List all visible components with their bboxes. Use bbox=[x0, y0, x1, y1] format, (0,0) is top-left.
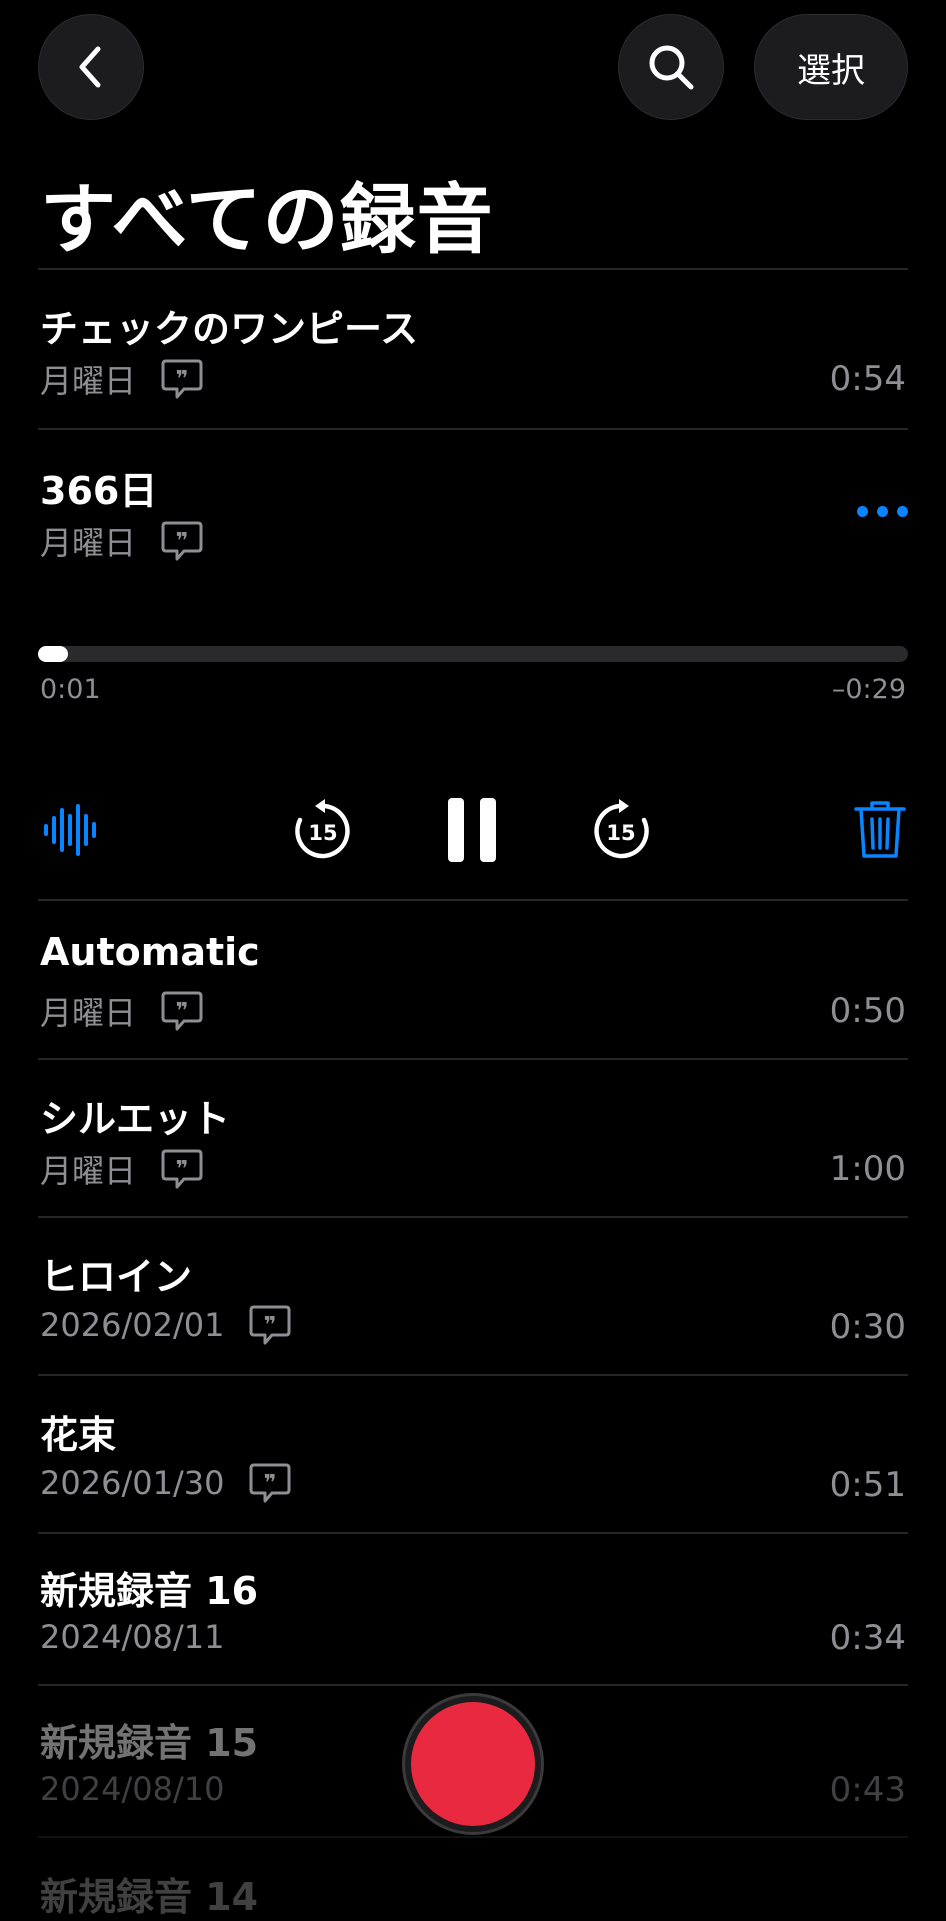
recording-date: 2026/01/30 ❞ bbox=[40, 1462, 292, 1504]
transcript-icon: ❞ bbox=[161, 521, 203, 561]
recording-duration: 0:34 bbox=[829, 1618, 906, 1658]
search-button[interactable] bbox=[618, 14, 724, 120]
svg-text:❞: ❞ bbox=[176, 1157, 189, 1182]
divider bbox=[38, 1216, 908, 1218]
recording-date: 月曜日 ❞ bbox=[40, 356, 204, 402]
svg-text:❞: ❞ bbox=[264, 1313, 277, 1338]
recording-title: シルエット bbox=[40, 1097, 231, 1141]
svg-text:15: 15 bbox=[308, 821, 337, 845]
svg-text:❞: ❞ bbox=[176, 999, 189, 1024]
page-title: すべての録音 bbox=[40, 175, 494, 264]
svg-text:❞: ❞ bbox=[176, 367, 189, 392]
select-button[interactable]: 選択 bbox=[754, 14, 908, 120]
transcript-icon: ❞ bbox=[249, 1305, 291, 1345]
elapsed-time: 0:01 bbox=[40, 674, 101, 705]
recording-title: 新規録音 14 bbox=[40, 1875, 259, 1919]
recording-date: 月曜日 ❞ bbox=[40, 988, 204, 1034]
divider bbox=[38, 428, 908, 430]
recording-title: 新規録音 16 bbox=[40, 1569, 259, 1613]
back-button[interactable] bbox=[38, 14, 144, 120]
divider bbox=[38, 899, 908, 901]
recording-duration: 0:30 bbox=[829, 1307, 906, 1347]
recording-duration: 0:51 bbox=[829, 1465, 906, 1505]
top-bar: 選択 bbox=[38, 14, 908, 120]
recording-date: 2026/02/01 ❞ bbox=[40, 1304, 292, 1346]
recording-date: 2024/08/10 bbox=[40, 1770, 225, 1808]
divider bbox=[38, 1836, 908, 1838]
recording-title: 新規録音 15 bbox=[40, 1721, 259, 1765]
recording-duration: 0:50 bbox=[829, 991, 906, 1031]
remaining-time: –0:29 bbox=[831, 674, 906, 705]
recording-title: チェックのワンピース bbox=[40, 307, 419, 351]
recording-duration: 0:54 bbox=[829, 359, 906, 399]
chevron-left-icon bbox=[79, 46, 101, 88]
transcript-icon: ❞ bbox=[249, 1463, 291, 1503]
divider bbox=[38, 1684, 908, 1686]
waveform-button[interactable] bbox=[40, 790, 100, 870]
waveform-icon bbox=[44, 804, 96, 856]
record-button[interactable] bbox=[402, 1693, 544, 1835]
divider bbox=[38, 1374, 908, 1376]
divider bbox=[38, 1058, 908, 1060]
more-icon[interactable] bbox=[857, 506, 908, 517]
divider bbox=[38, 268, 908, 270]
recording-title: 花束 bbox=[40, 1413, 117, 1457]
recording-date: 月曜日 ❞ bbox=[40, 518, 204, 564]
skip-forward-15-icon: 15 bbox=[594, 799, 649, 859]
divider bbox=[38, 1532, 908, 1534]
svg-text:❞: ❞ bbox=[176, 529, 189, 554]
transcript-icon: ❞ bbox=[161, 359, 203, 399]
recording-date: 2024/08/11 bbox=[40, 1618, 225, 1656]
pause-icon bbox=[448, 798, 496, 862]
trash-icon bbox=[854, 801, 906, 858]
skip-forward-button[interactable]: 15 bbox=[588, 790, 654, 870]
playback-progress bbox=[38, 646, 68, 662]
recording-date: 月曜日 ❞ bbox=[40, 1146, 204, 1192]
recording-duration: 1:00 bbox=[829, 1149, 906, 1189]
recording-title: ヒロイン bbox=[40, 1255, 193, 1299]
search-icon bbox=[649, 45, 694, 90]
recording-duration: 0:43 bbox=[829, 1770, 906, 1810]
recording-title: 366日 bbox=[40, 469, 158, 513]
recording-title: Automatic bbox=[40, 930, 260, 974]
transcript-icon: ❞ bbox=[161, 991, 203, 1031]
playback-scrubber[interactable] bbox=[38, 646, 908, 662]
svg-text:15: 15 bbox=[606, 821, 635, 845]
pause-button[interactable] bbox=[446, 790, 498, 870]
transcript-icon: ❞ bbox=[161, 1149, 203, 1189]
skip-back-15-icon: 15 bbox=[295, 799, 350, 859]
svg-text:❞: ❞ bbox=[264, 1471, 277, 1496]
delete-button[interactable] bbox=[852, 790, 908, 870]
record-icon bbox=[411, 1702, 535, 1826]
skip-back-button[interactable]: 15 bbox=[290, 790, 356, 870]
